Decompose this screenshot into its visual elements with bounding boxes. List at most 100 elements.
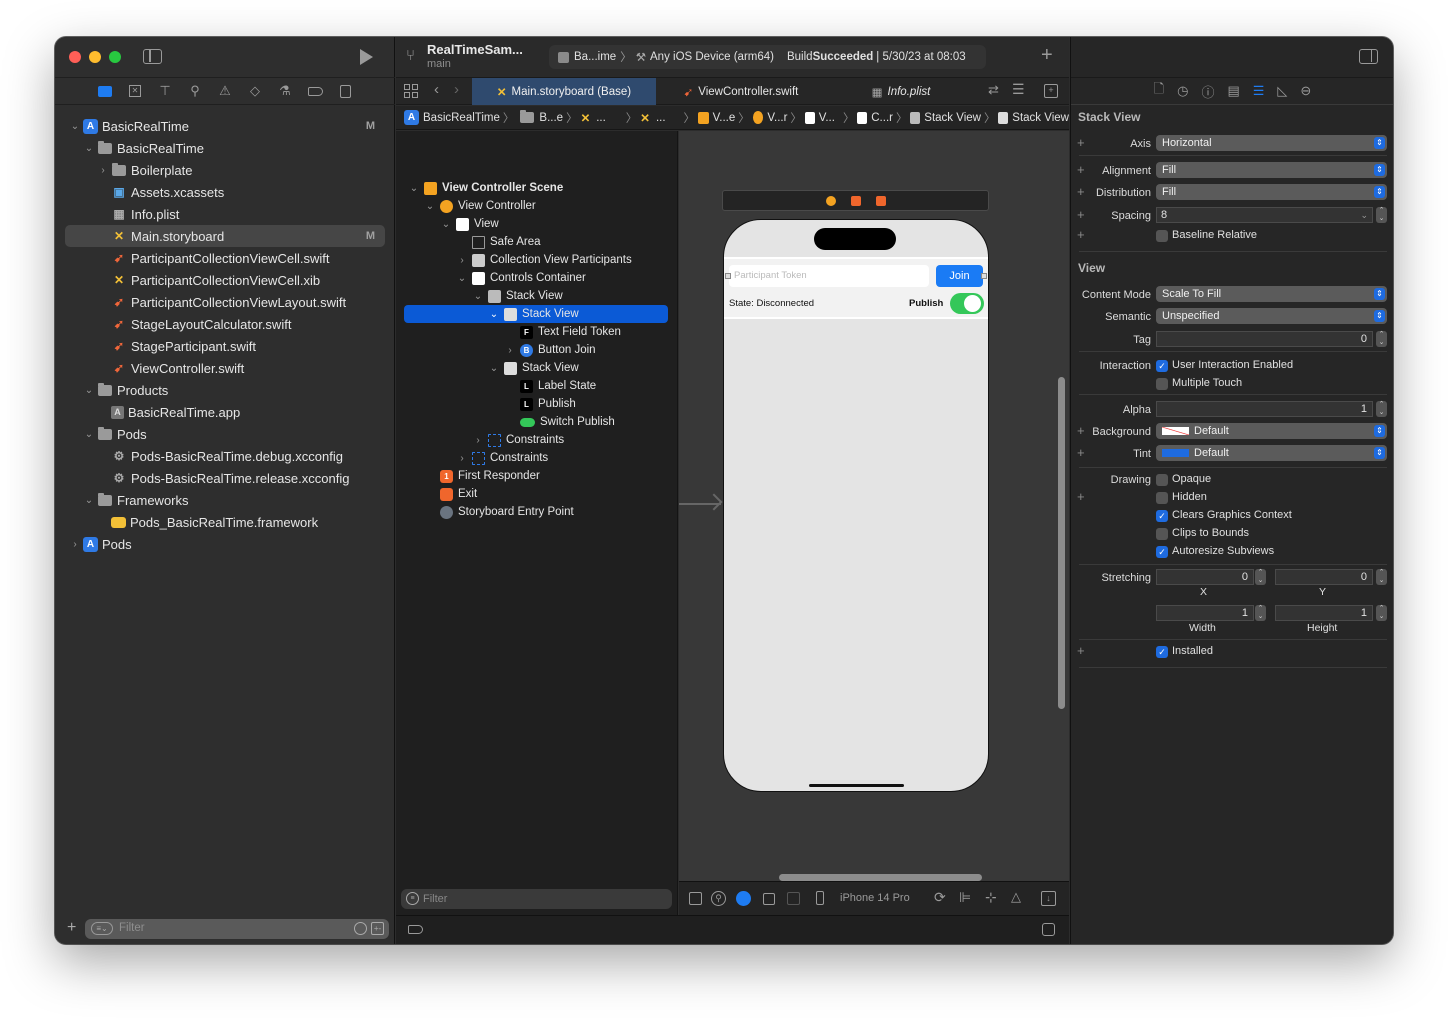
chevron-right-icon[interactable]: › bbox=[69, 539, 81, 550]
publish-switch[interactable] bbox=[950, 293, 984, 314]
jump-item[interactable]: BasicRealTime bbox=[423, 112, 500, 124]
jump-item[interactable]: Stack View bbox=[1012, 112, 1069, 124]
background-color-popup[interactable]: Default ⇕ bbox=[1156, 423, 1387, 439]
inspector-toggle-icon[interactable] bbox=[1359, 49, 1378, 64]
plus-icon[interactable]: + bbox=[1077, 227, 1085, 242]
file-tree-item[interactable]: › A Pods bbox=[65, 533, 385, 555]
chevron-right-icon[interactable]: › bbox=[504, 345, 516, 356]
connections-inspector-icon[interactable]: ⊖ bbox=[1300, 83, 1311, 99]
autoresize-checkbox[interactable]: ✓ bbox=[1156, 546, 1168, 558]
outline-item[interactable]: › B Button Join bbox=[396, 341, 596, 359]
axis-popup[interactable]: Horizontal ⇕ bbox=[1156, 135, 1387, 151]
source-control-filter-icon[interactable]: +- bbox=[371, 922, 384, 935]
jump-item[interactable]: V...r bbox=[767, 112, 787, 124]
tab-viewcontroller-swift[interactable]: ➹ ViewController.swift bbox=[656, 78, 826, 105]
orientation-icon[interactable] bbox=[763, 893, 775, 905]
plus-icon[interactable]: + bbox=[1077, 135, 1085, 150]
debug-area-toggle-icon[interactable] bbox=[1042, 923, 1055, 936]
navigator-filter-input[interactable]: ≡⌄ Filter +- bbox=[85, 919, 389, 939]
jump-item[interactable]: Stack View bbox=[924, 112, 981, 124]
chevron-down-icon[interactable]: ⌄ bbox=[424, 201, 436, 212]
recent-files-icon[interactable] bbox=[354, 922, 367, 935]
stretching-width-stepper[interactable]: ⌃ ⌄ bbox=[1255, 605, 1266, 621]
file-tree-item[interactable]: ✕ Main.storyboard M bbox=[65, 225, 385, 247]
debug-navigator-icon[interactable]: ⚗ bbox=[270, 79, 300, 103]
spacing-field[interactable]: 8 ⌄ bbox=[1156, 207, 1373, 223]
chevron-down-icon[interactable]: ⌄ bbox=[488, 363, 500, 374]
outline-item[interactable]: F Text Field Token bbox=[396, 323, 621, 341]
jump-item[interactable]: B...e bbox=[539, 112, 563, 124]
tab-main-storyboard[interactable]: ✕ Main.storyboard (Base) bbox=[472, 78, 656, 105]
chevron-down-icon[interactable]: ⌄ bbox=[440, 219, 452, 230]
file-tree-item[interactable]: ⌄ BasicRealTime bbox=[65, 137, 385, 159]
chevron-down-icon[interactable]: ⌄ bbox=[83, 385, 95, 396]
iphone-scene[interactable]: Participant Token Join State: Disconnect… bbox=[723, 219, 989, 792]
file-tree-item[interactable]: ⌄ Pods bbox=[65, 423, 385, 445]
help-inspector-icon[interactable]: ⓘ bbox=[1201, 82, 1214, 101]
multiple-touch-checkbox[interactable] bbox=[1156, 378, 1168, 390]
chevron-down-icon[interactable]: ⌄ bbox=[408, 183, 420, 194]
file-tree-item[interactable]: ▦ Info.plist bbox=[65, 203, 385, 225]
file-tree-item[interactable]: Pods_BasicRealTime.framework bbox=[65, 511, 385, 533]
file-tree-item[interactable]: ➹ ParticipantCollectionViewCell.swift bbox=[65, 247, 385, 269]
file-tree-item[interactable]: ⌄ Frameworks bbox=[65, 489, 385, 511]
file-tree-item[interactable]: › Boilerplate bbox=[65, 159, 385, 181]
semantic-popup[interactable]: Unspecified ⇕ bbox=[1156, 308, 1387, 324]
outline-item[interactable]: Switch Publish bbox=[396, 413, 615, 431]
outline-item[interactable]: ⌄ View Controller Scene bbox=[396, 179, 563, 197]
chevron-right-icon[interactable]: › bbox=[456, 255, 468, 266]
spacing-stepper[interactable]: ⌃ ⌄ bbox=[1376, 207, 1387, 223]
find-navigator-icon[interactable]: ⚲ bbox=[180, 79, 210, 103]
split-view-icon[interactable] bbox=[787, 892, 800, 905]
device-selector[interactable]: iPhone 14 Pro bbox=[840, 892, 910, 904]
resize-handle-left[interactable] bbox=[725, 273, 731, 279]
attributes-inspector-icon[interactable]: ☰ bbox=[1253, 83, 1265, 99]
controls-container[interactable]: Participant Token Join State: Disconnect… bbox=[724, 257, 988, 319]
outline-item[interactable]: ⌄ View bbox=[396, 215, 499, 233]
report-navigator-icon[interactable] bbox=[330, 79, 360, 103]
baseline-relative-checkbox[interactable] bbox=[1156, 230, 1168, 242]
distribution-popup[interactable]: Fill ⇕ bbox=[1156, 184, 1387, 200]
scheme-selector[interactable]: Ba...ime bbox=[574, 51, 616, 63]
forward-icon[interactable]: › bbox=[454, 81, 459, 98]
outline-item[interactable]: 1 First Responder bbox=[396, 467, 540, 485]
stretching-width-field[interactable]: 1 bbox=[1156, 605, 1254, 621]
identity-inspector-icon[interactable]: ▤ bbox=[1227, 83, 1239, 99]
alignment-popup[interactable]: Fill ⇕ bbox=[1156, 162, 1387, 178]
outline-item[interactable]: ⌄ Stack View bbox=[396, 359, 579, 377]
plus-icon[interactable]: + bbox=[1077, 207, 1085, 222]
add-library-button[interactable]: + bbox=[1041, 44, 1053, 67]
appearance-icon[interactable] bbox=[736, 891, 751, 906]
file-tree-item[interactable]: A BasicRealTime.app bbox=[65, 401, 385, 423]
outline-item[interactable]: ⌄ Stack View bbox=[396, 287, 563, 305]
embed-in-icon[interactable]: ↓ bbox=[1041, 891, 1056, 906]
jump-item[interactable]: V... bbox=[819, 112, 835, 124]
stretching-height-stepper[interactable]: ⌃ ⌄ bbox=[1376, 605, 1387, 621]
resize-handle-right[interactable] bbox=[981, 273, 987, 279]
update-frames-icon[interactable]: ⟳ bbox=[934, 889, 946, 906]
stretching-y-stepper[interactable]: ⌃ ⌄ bbox=[1376, 569, 1387, 585]
resolve-issues-icon[interactable]: △ bbox=[1011, 889, 1021, 905]
exit-icon[interactable] bbox=[876, 196, 886, 206]
user-interaction-checkbox[interactable]: ✓ bbox=[1156, 360, 1168, 372]
back-icon[interactable]: ‹ bbox=[434, 81, 439, 98]
file-tree-item[interactable]: ⌄ Products bbox=[65, 379, 385, 401]
file-tree-item[interactable]: ⚙ Pods-BasicRealTime.release.xcconfig bbox=[65, 467, 385, 489]
stretching-x-field[interactable]: 0 bbox=[1156, 569, 1254, 585]
outline-item[interactable]: ⌄ View Controller bbox=[396, 197, 536, 215]
jump-item[interactable]: C...r bbox=[871, 112, 893, 124]
plus-icon[interactable]: + bbox=[1077, 184, 1085, 199]
alpha-field[interactable]: 1 bbox=[1156, 401, 1373, 417]
file-inspector-icon[interactable]: 🗋 bbox=[1154, 80, 1164, 102]
close-button[interactable] bbox=[69, 51, 81, 63]
issue-navigator-icon[interactable]: ⚠ bbox=[210, 79, 240, 103]
source-control-icon[interactable]: ✕ bbox=[120, 79, 150, 103]
opaque-checkbox[interactable] bbox=[1156, 474, 1168, 486]
destination-selector[interactable]: Any iOS Device (arm64) bbox=[650, 51, 774, 63]
plus-icon[interactable]: + bbox=[1077, 162, 1085, 177]
file-tree-item[interactable]: ⚙ Pods-BasicRealTime.debug.xcconfig bbox=[65, 445, 385, 467]
tint-color-popup[interactable]: Default ⇕ bbox=[1156, 445, 1387, 461]
outline-item[interactable]: L Publish bbox=[396, 395, 576, 413]
vertical-scrollbar[interactable] bbox=[1058, 377, 1065, 709]
horizontal-scrollbar[interactable] bbox=[779, 874, 982, 881]
